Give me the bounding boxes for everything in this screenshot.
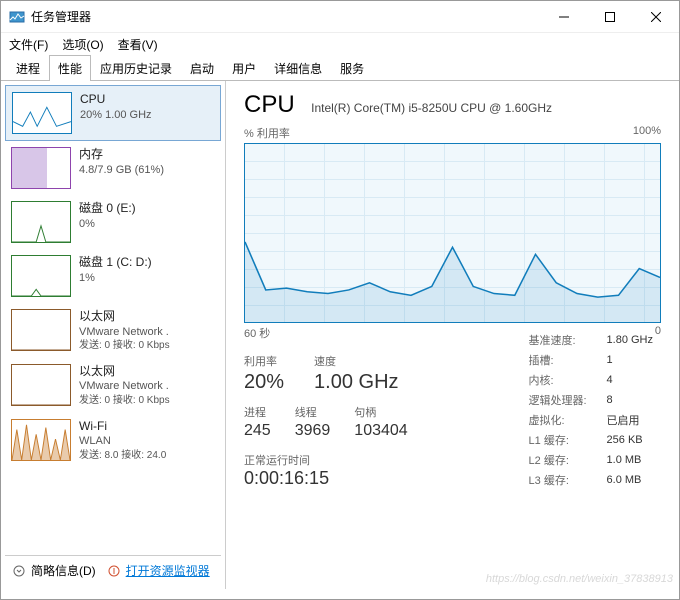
footer-bar: 简略信息(D) 打开资源监视器 (5, 555, 221, 585)
sidebar-item-cpu[interactable]: CPU20% 1.00 GHz (5, 85, 221, 141)
axis-left: 60 秒 (244, 325, 270, 341)
menu-view[interactable]: 查看(V) (118, 36, 158, 53)
sidebar: CPU20% 1.00 GHz 内存4.8/7.9 GB (61%) 磁盘 0 … (1, 81, 226, 589)
tab-bar: 进程性能应用历史记录启动用户详细信息服务 (1, 55, 679, 81)
mini-chart-wifi (11, 419, 71, 461)
maximize-button[interactable] (587, 1, 633, 33)
sidebar-item-disk1[interactable]: 磁盘 1 (C: D:)1% (5, 249, 221, 303)
tab-2[interactable]: 应用历史记录 (91, 55, 181, 81)
tab-1[interactable]: 性能 (49, 55, 91, 81)
collapse-icon[interactable] (13, 565, 25, 577)
tab-3[interactable]: 启动 (181, 55, 223, 81)
mini-chart-eth1 (11, 364, 71, 406)
window-title: 任务管理器 (31, 8, 541, 25)
tab-4[interactable]: 用户 (223, 55, 265, 81)
menu-file[interactable]: 文件(F) (9, 36, 48, 53)
virtualization-row: 虚拟化:已启用 (529, 411, 659, 429)
sidebar-item-wifi[interactable]: Wi-FiWLAN发送: 8.0 接收: 24.0 (5, 413, 221, 468)
app-icon (9, 9, 25, 25)
minimize-button[interactable] (541, 1, 587, 33)
resmon-icon (108, 564, 120, 578)
chart-ymax: 100% (633, 125, 661, 141)
cpu-info-table: 基准速度:1.80 GHz插槽:1内核:4逻辑处理器:8虚拟化:已启用L1 缓存… (527, 329, 661, 491)
titlebar: 任务管理器 (1, 1, 679, 33)
mini-chart-mem (11, 147, 71, 189)
menu-options[interactable]: 选项(O) (62, 36, 103, 53)
sidebar-item-eth0[interactable]: 以太网VMware Network .发送: 0 接收: 0 Kbps (5, 303, 221, 358)
close-button[interactable] (633, 1, 679, 33)
mini-chart-disk0 (11, 201, 71, 243)
tab-5[interactable]: 详细信息 (265, 55, 331, 81)
mini-chart-cpu (12, 92, 72, 134)
main-title: CPU (244, 91, 295, 119)
sidebar-item-disk0[interactable]: 磁盘 0 (E:)0% (5, 195, 221, 249)
sidebar-item-eth1[interactable]: 以太网VMware Network .发送: 0 接收: 0 Kbps (5, 358, 221, 413)
chart-ylabel: % 利用率 (244, 125, 290, 141)
open-resmon-link[interactable]: 打开资源监视器 (126, 562, 210, 579)
tab-6[interactable]: 服务 (331, 55, 373, 81)
cpu-model: Intel(R) Core(TM) i5-8250U CPU @ 1.60GHz (311, 101, 552, 115)
less-details-link[interactable]: 简略信息(D) (31, 562, 96, 579)
cpu-chart (244, 143, 661, 323)
main-panel: CPU Intel(R) Core(TM) i5-8250U CPU @ 1.6… (226, 81, 679, 589)
sidebar-item-mem[interactable]: 内存4.8/7.9 GB (61%) (5, 141, 221, 195)
tab-0[interactable]: 进程 (7, 55, 49, 81)
menubar: 文件(F) 选项(O) 查看(V) (1, 33, 679, 55)
mini-chart-eth0 (11, 309, 71, 351)
watermark: https://blog.csdn.net/weixin_37838913 (486, 573, 673, 585)
mini-chart-disk1 (11, 255, 71, 297)
